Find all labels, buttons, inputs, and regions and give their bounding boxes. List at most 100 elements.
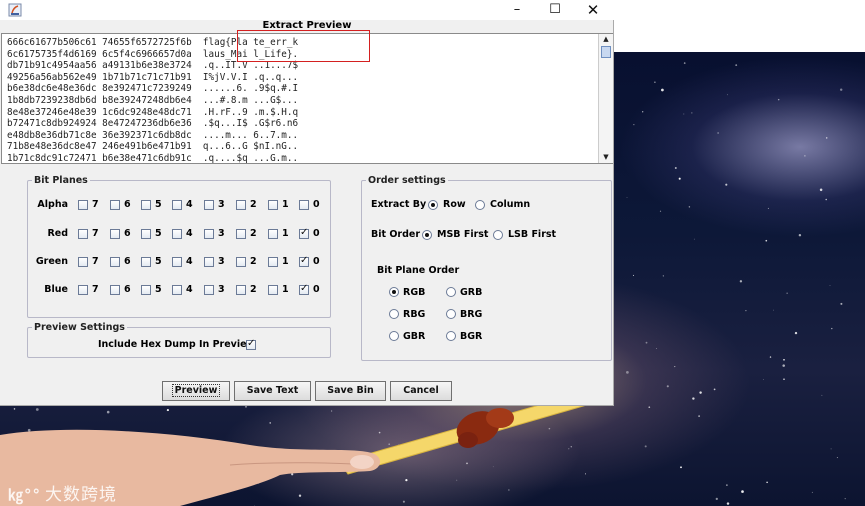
bit-label: 2 <box>250 256 257 267</box>
bit-checkbox-blue-1[interactable] <box>268 285 278 295</box>
bit-plane-row-label: Blue <box>44 284 68 295</box>
bit-checkbox-blue-5[interactable] <box>141 285 151 295</box>
bit-plane-row-label: Alpha <box>37 199 68 210</box>
bit-checkbox-blue-0[interactable] <box>299 283 309 295</box>
bit-checkbox-alpha-4[interactable] <box>172 200 182 210</box>
bit-checkbox-alpha-5[interactable] <box>141 200 151 210</box>
save-text-button[interactable]: Save Text <box>234 381 311 401</box>
bit-plane-order-label: Bit Plane Order <box>377 265 460 276</box>
plane-order-bgr-label[interactable]: BGR <box>460 331 482 342</box>
bit-checkbox-blue-6[interactable] <box>110 285 120 295</box>
bit-label: 6 <box>124 256 131 267</box>
bit-checkbox-green-5[interactable] <box>141 257 151 267</box>
bit-label: 5 <box>155 284 162 295</box>
bit-order-lsb-label[interactable]: LSB First <box>508 229 556 240</box>
watermark-text: 大数跨境 <box>45 485 118 505</box>
extract-by-column-radio[interactable] <box>475 200 485 210</box>
plane-order-rgb-label[interactable]: RGB <box>403 287 425 298</box>
bit-plane-row-label: Red <box>47 228 68 239</box>
bit-label: 7 <box>92 199 99 210</box>
close-button[interactable]: ✕ <box>574 0 612 20</box>
bit-checkbox-green-7[interactable] <box>78 257 88 267</box>
extract-by-row-radio[interactable] <box>428 200 438 210</box>
bit-label: 6 <box>124 228 131 239</box>
bit-label: 3 <box>218 199 225 210</box>
bit-checkbox-green-6[interactable] <box>110 257 120 267</box>
bit-checkbox-red-2[interactable] <box>236 229 246 239</box>
java-app-icon <box>8 3 22 17</box>
bit-label: 0 <box>313 228 320 239</box>
bit-checkbox-blue-4[interactable] <box>172 285 182 295</box>
plane-order-gbr-label[interactable]: GBR <box>403 331 425 342</box>
bit-label: 1 <box>282 199 289 210</box>
bit-checkbox-alpha-2[interactable] <box>236 200 246 210</box>
bit-label: 2 <box>250 284 257 295</box>
watermark-logo: ㎏°° <box>8 486 42 504</box>
save-bin-button[interactable]: Save Bin <box>315 381 386 401</box>
bit-checkbox-red-6[interactable] <box>110 229 120 239</box>
maximize-button[interactable]: ☐ <box>536 0 574 20</box>
hex-dump-checkbox[interactable] <box>246 338 256 350</box>
bit-checkbox-red-1[interactable] <box>268 229 278 239</box>
bit-checkbox-green-1[interactable] <box>268 257 278 267</box>
plane-order-rbg-label[interactable]: RBG <box>403 309 425 320</box>
bit-label: 2 <box>250 228 257 239</box>
plane-order-grb-radio[interactable] <box>446 287 456 297</box>
bit-checkbox-red-5[interactable] <box>141 229 151 239</box>
plane-order-grb-label[interactable]: GRB <box>460 287 482 298</box>
bit-order-lsb-radio[interactable] <box>493 230 503 240</box>
bit-planes-group: Bit Planes <box>27 175 331 318</box>
bit-checkbox-green-0[interactable] <box>299 255 309 267</box>
bit-label: 1 <box>282 228 289 239</box>
preview-line: 8e48e37246e48e39 1c6dc9248e48dc71 .H.rF.… <box>7 106 299 118</box>
bit-checkbox-green-3[interactable] <box>204 257 214 267</box>
preview-line: b6e38dc6e48e36dc 8e392471c7239249 ......… <box>7 83 299 95</box>
plane-order-rgb-radio[interactable] <box>389 287 399 297</box>
bit-checkbox-alpha-3[interactable] <box>204 200 214 210</box>
bit-checkbox-red-0[interactable] <box>299 227 309 239</box>
bit-checkbox-alpha-6[interactable] <box>110 200 120 210</box>
preview-button[interactable]: Preview <box>162 381 230 401</box>
plane-order-rbg-radio[interactable] <box>389 309 399 319</box>
scroll-up-arrow-icon[interactable]: ▲ <box>599 34 613 45</box>
bit-checkbox-alpha-1[interactable] <box>268 200 278 210</box>
bit-label: 5 <box>155 199 162 210</box>
bit-checkbox-blue-3[interactable] <box>204 285 214 295</box>
scroll-down-arrow-icon[interactable]: ▼ <box>599 152 613 163</box>
preview-line: 49256a56ab562e49 1b71b71c71c71b91 I%jV.V… <box>7 71 299 83</box>
minimize-button[interactable]: – <box>498 0 536 20</box>
bit-checkbox-green-4[interactable] <box>172 257 182 267</box>
preview-line: 1b8db7239238db6d b8e39247248db6e4 ...#.8… <box>7 94 299 106</box>
bit-order-msb-label[interactable]: MSB First <box>437 229 488 240</box>
bit-label: 1 <box>282 256 289 267</box>
bit-checkbox-blue-7[interactable] <box>78 285 88 295</box>
title-bar[interactable]: – ☐ ✕ <box>0 0 614 20</box>
extract-by-label: Extract By <box>371 199 427 210</box>
hex-dump-label: Include Hex Dump In Preview <box>98 339 256 350</box>
bit-checkbox-alpha-0[interactable] <box>299 200 309 210</box>
plane-order-brg-radio[interactable] <box>446 309 456 319</box>
preview-scrollbar[interactable]: ▲ ▼ <box>598 34 613 163</box>
bit-checkbox-red-7[interactable] <box>78 229 88 239</box>
cancel-button[interactable]: Cancel <box>390 381 452 401</box>
plane-order-gbr-radio[interactable] <box>389 331 399 341</box>
bit-checkbox-alpha-7[interactable] <box>78 200 88 210</box>
bit-label: 6 <box>124 199 131 210</box>
preview-line: e48db8e36db71c8e 36e392371c6db8dc ....m.… <box>7 129 299 141</box>
bit-checkbox-green-2[interactable] <box>236 257 246 267</box>
preview-button-label: Preview <box>171 384 221 397</box>
plane-order-bgr-radio[interactable] <box>446 331 456 341</box>
plane-order-brg-label[interactable]: BRG <box>460 309 482 320</box>
watermark: ㎏°° 大数跨境 <box>8 480 117 505</box>
flag-highlight-box <box>237 30 370 62</box>
preview-line: 1b71c8dc91c72471 b6e38e471c6db91c .q....… <box>7 152 299 164</box>
bit-planes-legend: Bit Planes <box>34 175 88 186</box>
extract-by-column-label[interactable]: Column <box>490 199 530 210</box>
extract-by-row-label[interactable]: Row <box>443 199 466 210</box>
bit-checkbox-blue-2[interactable] <box>236 285 246 295</box>
bit-label: 5 <box>155 256 162 267</box>
bit-order-msb-radio[interactable] <box>422 230 432 240</box>
bit-checkbox-red-3[interactable] <box>204 229 214 239</box>
bit-checkbox-red-4[interactable] <box>172 229 182 239</box>
scroll-thumb[interactable] <box>601 46 611 58</box>
